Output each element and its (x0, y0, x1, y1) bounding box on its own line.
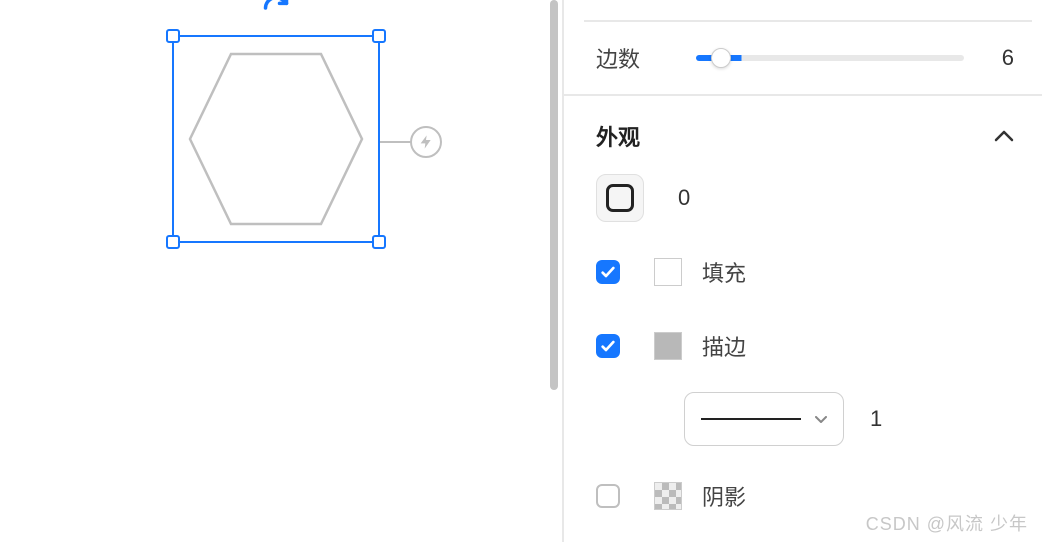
appearance-title: 外观 (596, 120, 640, 152)
stroke-swatch[interactable] (654, 332, 682, 360)
shadow-label: 阴影 (702, 480, 746, 512)
connector-line (380, 141, 412, 143)
action-node[interactable] (410, 126, 442, 158)
resize-handle-tr[interactable] (372, 29, 386, 43)
sides-row: 边数 6 (564, 22, 1042, 96)
stroke-style-row: 1 (596, 392, 1014, 446)
stroke-line-icon (701, 418, 801, 420)
stroke-style-select[interactable] (684, 392, 844, 446)
panel-divider (584, 0, 1032, 22)
resize-handle-bl[interactable] (166, 235, 180, 249)
fill-swatch[interactable] (654, 258, 682, 286)
fill-label: 填充 (702, 256, 746, 288)
corner-radius-row: 0 (596, 170, 1014, 226)
chevron-up-icon[interactable] (994, 126, 1014, 147)
resize-handle-br[interactable] (372, 235, 386, 249)
corner-radius-button[interactable] (596, 174, 644, 222)
stroke-label: 描边 (702, 330, 746, 362)
selection-frame[interactable] (172, 35, 380, 243)
stroke-checkbox[interactable] (596, 334, 620, 358)
stroke-row: 描边 (596, 318, 1014, 374)
resize-handle-tl[interactable] (166, 29, 180, 43)
shadow-row: 阴影 (596, 468, 1014, 524)
appearance-list: 0 填充 描边 1 (564, 170, 1042, 542)
stroke-width-value[interactable]: 1 (870, 406, 882, 432)
sides-value[interactable]: 6 (984, 45, 1014, 71)
corner-radius-value[interactable]: 0 (678, 185, 690, 211)
rounded-square-icon (606, 184, 634, 212)
rotate-cw-icon[interactable] (262, 0, 290, 29)
appearance-section-header[interactable]: 外观 (564, 96, 1042, 170)
fill-checkbox[interactable] (596, 260, 620, 284)
sides-label: 边数 (596, 42, 696, 74)
fill-row: 填充 (596, 244, 1014, 300)
scrollbar-thumb[interactable] (550, 0, 558, 390)
scrollbar[interactable] (548, 0, 562, 542)
canvas-area[interactable] (0, 0, 548, 542)
shadow-checkbox[interactable] (596, 484, 620, 508)
shadow-swatch[interactable] (654, 482, 682, 510)
chevron-down-icon (815, 411, 827, 427)
properties-sidebar: 边数 6 外观 0 填充 描边 (562, 0, 1042, 542)
sides-slider[interactable] (696, 55, 964, 61)
